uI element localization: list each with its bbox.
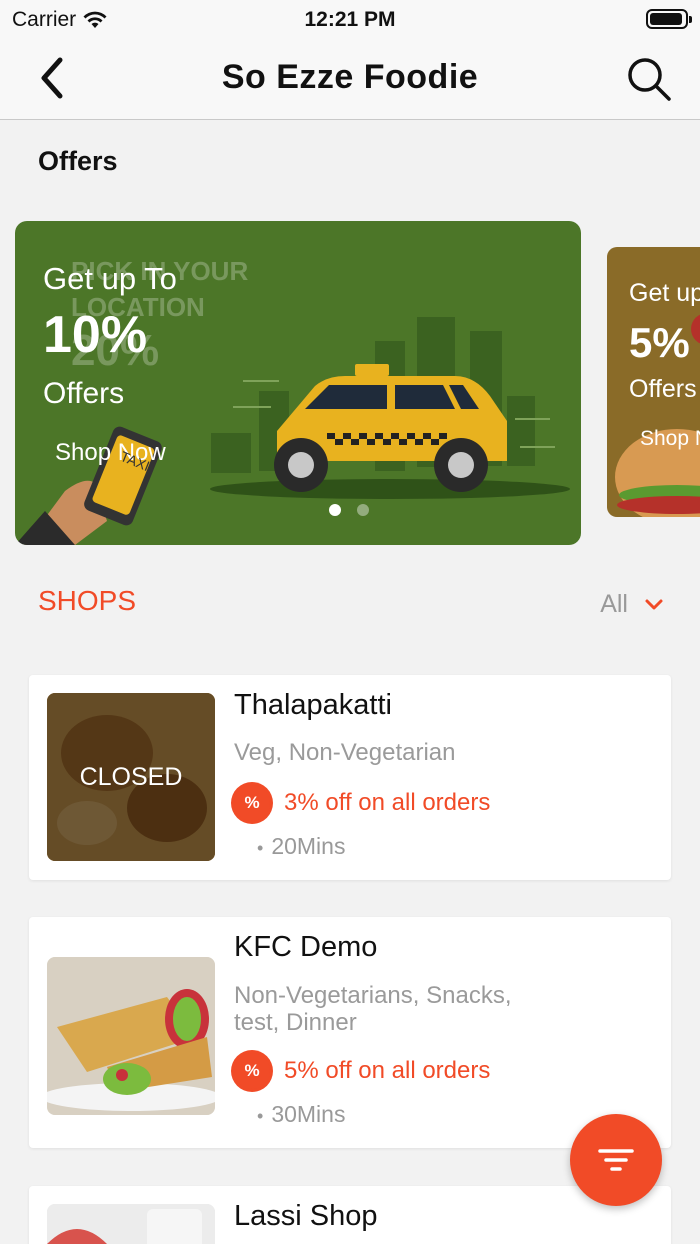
lassi-image [47, 1204, 215, 1244]
pager-dot[interactable] [357, 504, 369, 516]
banner-pager[interactable] [329, 504, 369, 516]
banner2-line3: Offers [629, 375, 697, 403]
shop-offer: % 3% off on all orders [234, 785, 490, 821]
page-title: So Ezze Foodie [221, 58, 479, 96]
search-icon [628, 58, 671, 101]
shop-cuisines: Non-Vegetarians, Snacks, test, Dinner [234, 982, 512, 1036]
shop-delivery-time: 30Mins [257, 1101, 345, 1128]
shop-image [47, 1204, 215, 1244]
shop-offer-text: 3% off on all orders [284, 789, 491, 816]
shop-offer-text: 5% off on all orders [284, 1057, 491, 1084]
pager-dot-active[interactable] [329, 504, 341, 516]
shop-name: Thalapakatti [234, 689, 392, 721]
banner-percent: 10% [43, 306, 148, 364]
shop-cuisines: Veg, Non-Vegetarian [234, 739, 456, 766]
filter-selected-value: All [600, 590, 628, 618]
shop-name: Lassi Shop [234, 1200, 378, 1232]
offer-banner-2[interactable]: Get up To 5% Offers Shop Now [607, 247, 700, 517]
shop-image [47, 957, 215, 1115]
shop-offer: % 5% off on all orders [234, 1053, 490, 1089]
shop-card-thalapakatti[interactable]: CLOSED Thalapakatti Veg, Non-Vegetarian … [29, 675, 671, 880]
shops-filter-dropdown[interactable]: All [600, 590, 664, 619]
battery-icon [646, 9, 692, 29]
chevron-down-icon [645, 599, 663, 609]
filter-icon [598, 1149, 634, 1171]
clock: 12:21 PM [304, 8, 396, 31]
nav-bar: So Ezze Foodie [0, 40, 700, 120]
shop-card-lassi-shop[interactable]: Lassi Shop [29, 1186, 671, 1244]
shop-image: CLOSED [47, 693, 215, 861]
filter-fab-button[interactable] [570, 1114, 662, 1206]
discount-badge-icon: % [234, 1053, 270, 1089]
offers-heading: Offers [38, 146, 118, 176]
banner2-percent: 5% [629, 319, 690, 366]
shop-delivery-time: 20Mins [257, 833, 345, 860]
discount-badge-icon: % [234, 785, 270, 821]
shops-heading: SHOPS [38, 585, 137, 616]
wrap-image [47, 957, 215, 1115]
banner-line3: Offers [43, 377, 125, 410]
offer-banner-1[interactable]: PICK IN YOUR LOCATION 20% Get up To 10% … [15, 221, 581, 545]
banner-line1: Get up To [43, 261, 177, 296]
closed-overlay: CLOSED [47, 693, 215, 861]
status-bar: Carrier 12:21 PM [0, 0, 700, 40]
shop-card-kfc-demo[interactable]: KFC Demo Non-Vegetarians, Snacks, test, … [29, 917, 671, 1148]
banner2-shop-now[interactable]: Shop Now [640, 427, 700, 451]
shop-name: KFC Demo [234, 931, 378, 963]
banner2-line1: Get up To [629, 279, 700, 307]
search-button[interactable] [624, 54, 674, 104]
